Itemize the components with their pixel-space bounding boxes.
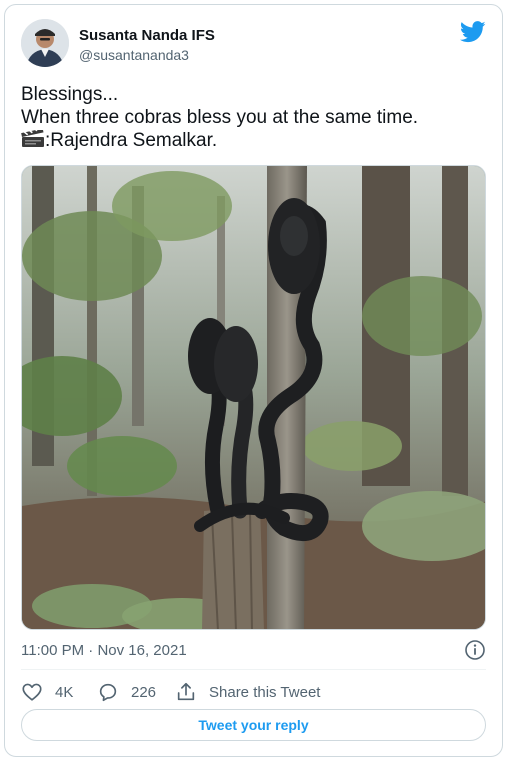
tweet-card: Susanta Nanda IFS @susantananda3 Blessin… bbox=[4, 4, 503, 757]
like-count: 4K bbox=[55, 683, 74, 701]
avatar-image bbox=[21, 19, 69, 67]
tweet-author[interactable]: Susanta Nanda IFS @susantananda3 bbox=[79, 26, 215, 64]
twitter-bird-icon[interactable] bbox=[460, 21, 486, 43]
tweet-actions: 4K 226 Share this Tweet bbox=[21, 679, 486, 705]
meta-separator: · bbox=[84, 642, 98, 659]
clapper-board-icon bbox=[21, 130, 44, 147]
cobras-on-tree-photo bbox=[22, 166, 485, 629]
tweet-timestamp[interactable]: 11:00 PM · Nov 16, 2021 bbox=[21, 642, 187, 659]
avatar[interactable] bbox=[21, 19, 69, 67]
like-button[interactable]: 4K bbox=[21, 679, 73, 705]
tweet-time: 11:00 PM bbox=[21, 642, 85, 659]
tweet-text-line-3: :Rajendra Semalkar. bbox=[21, 129, 484, 152]
tweet-your-reply-button[interactable]: Tweet your reply bbox=[21, 709, 486, 741]
tweet-text-line-1: Blessings... bbox=[21, 84, 119, 105]
heart-icon bbox=[22, 683, 42, 701]
tweet-meta: 11:00 PM · Nov 16, 2021 bbox=[21, 639, 486, 661]
tweet-header: Susanta Nanda IFS @susantananda3 bbox=[21, 19, 486, 71]
reply-action-button[interactable]: 226 bbox=[97, 679, 156, 705]
tweet-photo[interactable] bbox=[21, 165, 486, 630]
author-display-name[interactable]: Susanta Nanda IFS bbox=[79, 26, 215, 46]
reply-count: 226 bbox=[131, 683, 157, 701]
tweet-date: Nov 16, 2021 bbox=[97, 642, 187, 659]
tweet-text-line-2: When three cobras bless you at the same … bbox=[21, 107, 419, 128]
share-icon bbox=[177, 682, 195, 701]
divider bbox=[21, 669, 486, 670]
info-icon[interactable] bbox=[464, 639, 486, 661]
author-handle[interactable]: @susantananda3 bbox=[79, 46, 215, 64]
tweet-text: Blessings... When three cobras bless you… bbox=[21, 83, 484, 152]
share-button[interactable]: Share this Tweet bbox=[175, 679, 320, 705]
share-label: Share this Tweet bbox=[209, 683, 321, 701]
tweet-credit-text: :Rajendra Semalkar. bbox=[45, 130, 218, 151]
reply-bubble-icon bbox=[99, 683, 117, 702]
